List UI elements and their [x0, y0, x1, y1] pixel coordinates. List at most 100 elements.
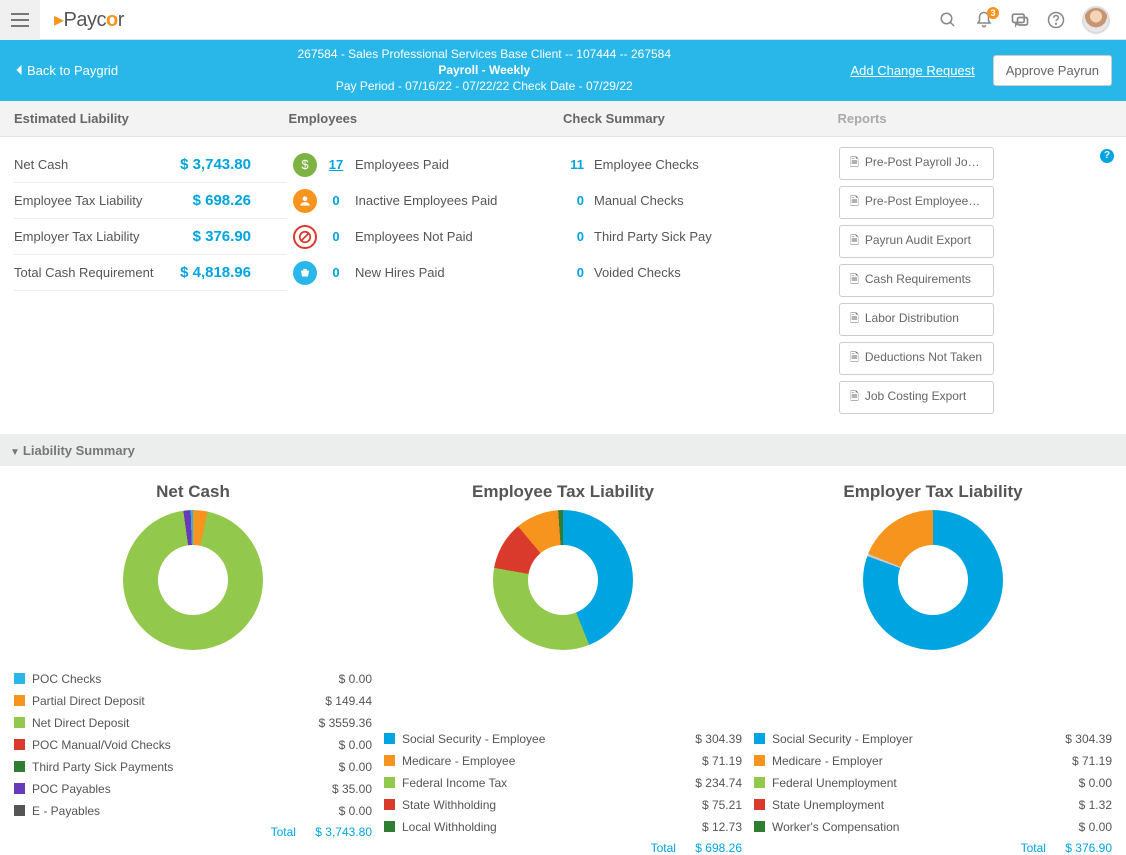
chart-net-cash: Net Cash POC Checks$ 0.00Partial Direct … [14, 482, 372, 855]
help-icon[interactable] [1046, 10, 1066, 30]
legend-label: Social Security - Employer [772, 732, 913, 746]
legend-row: Net Direct Deposit$ 3559.36 [14, 712, 372, 734]
donut-chart-net-cash [123, 510, 263, 650]
legend-value: $ 149.44 [325, 694, 372, 708]
legend-emp-tax: Social Security - Employee $ 304.39 Medica… [384, 728, 742, 838]
legend-label: Local Withholding [402, 820, 497, 834]
notifications-icon[interactable]: 3 [974, 10, 994, 30]
not-paid-icon [293, 225, 317, 249]
donut-chart-emp-tax [493, 510, 633, 650]
legend-value: $ 304.39 [695, 732, 742, 746]
inactive-icon [293, 189, 317, 213]
chart-emp-tax: Employee Tax Liability Social Security -… [384, 482, 742, 855]
charts-block: Net Cash POC Checks$ 0.00Partial Direct … [0, 466, 1126, 855]
legend-value: $ 0.00 [1079, 820, 1112, 834]
back-to-paygrid[interactable]: Back to Paygrid [14, 63, 118, 78]
legend-label: POC Payables [32, 782, 111, 796]
report-cash-requirements[interactable]: Cash Requirements [839, 264, 994, 297]
summary-panel: Net Cash$ 3,743.80 Employee Tax Liabilit… [0, 137, 1126, 435]
menu-button[interactable] [0, 0, 40, 40]
emp-row: 0Inactive Employees Paid [293, 183, 566, 219]
messages-icon[interactable] [1010, 10, 1030, 30]
legend-row: Local Withholding $ 12.73 [384, 816, 742, 838]
employees-paid-count[interactable]: 17 [327, 157, 345, 172]
hamburger-icon [11, 19, 29, 21]
legend-row: State Withholding$ 75.21 [384, 794, 742, 816]
check-summary-col: 11Employee Checks 0Manual Checks 0Third … [566, 147, 839, 414]
chart-employer-tax: Employer Tax Liability Social Security -… [754, 482, 1112, 855]
estimated-liability-col: Net Cash$ 3,743.80 Employee Tax Liabilit… [14, 147, 293, 414]
legend-row: Partial Direct Deposit $ 149.44 [14, 690, 372, 712]
legend-value: $ 75.21 [702, 798, 742, 812]
add-change-request[interactable]: Add Change Request [850, 63, 974, 78]
legend-value: $ 0.00 [339, 760, 372, 774]
chk-row: 0Third Party Sick Pay [566, 219, 839, 255]
legend-value: $ 0.00 [339, 738, 372, 752]
legend-label: POC Checks [32, 672, 101, 686]
legend-row: POC Payables$ 35.00 [14, 778, 372, 800]
report-prepost-journal[interactable]: Pre-Post Payroll Journal [839, 147, 994, 180]
legend-employer-tax: Social Security - Employer $ 304.39 Medica… [754, 728, 1112, 838]
legend-value: $ 0.00 [339, 804, 372, 818]
legend-label: Medicare - Employee [402, 754, 515, 768]
legend-label: Federal Income Tax [402, 776, 507, 790]
report-payrun-audit-export[interactable]: Payrun Audit Export [839, 225, 994, 258]
legend-swatch [14, 761, 25, 772]
reports-help-icon[interactable]: ? [1100, 149, 1114, 163]
legend-row: Medicare - Employee $ 71.19 [384, 750, 742, 772]
est-row: Employer Tax Liability$ 376.90 [14, 219, 287, 255]
reports-col: ? Pre-Post Payroll Journal Pre-Post Empl… [839, 147, 1112, 414]
legend-value: $ 1.32 [1079, 798, 1112, 812]
report-labor-distribution[interactable]: Labor Distribution [839, 303, 994, 336]
search-icon[interactable] [938, 10, 958, 30]
logo: ▸Paycor [54, 7, 124, 32]
chk-row: 0Manual Checks [566, 183, 839, 219]
header-reports: Reports [838, 111, 1113, 126]
liability-summary-toggle[interactable]: ▼Liability Summary [0, 435, 1126, 466]
avatar[interactable] [1082, 6, 1110, 34]
legend-label: Partial Direct Deposit [32, 694, 145, 708]
legend-label: Social Security - Employee [402, 732, 545, 746]
legend-row: E - Payables$ 0.00 [14, 800, 372, 822]
payrun-banner: Back to Paygrid 267584 - Sales Professio… [0, 40, 1126, 101]
emp-row: 0New Hires Paid [293, 255, 566, 291]
legend-swatch [384, 799, 395, 810]
legend-value: $ 71.19 [702, 754, 742, 768]
legend-label: Federal Unemployment [772, 776, 897, 790]
chk-row: 0Voided Checks [566, 255, 839, 291]
emp-row: 0Employees Not Paid [293, 219, 566, 255]
legend-swatch [384, 777, 395, 788]
legend-swatch [754, 821, 765, 832]
legend-row: Third Party Sick Payments$ 0.00 [14, 756, 372, 778]
header-employees: Employees [289, 111, 564, 126]
legend-label: Net Direct Deposit [32, 716, 129, 730]
report-job-costing-export[interactable]: Job Costing Export [839, 381, 994, 414]
est-row: Total Cash Requirement$ 4,818.96 [14, 255, 287, 291]
legend-label: Worker's Compensation [772, 820, 899, 834]
new-hire-icon [293, 261, 317, 285]
header-est-liability: Estimated Liability [14, 111, 289, 126]
legend-row: Social Security - Employee $ 304.39 [384, 728, 742, 750]
legend-row: POC Checks$ 0.00 [14, 668, 372, 690]
legend-swatch [14, 717, 25, 728]
legend-swatch [384, 821, 395, 832]
banner-client: 267584 - Sales Professional Services Bas… [118, 46, 850, 62]
banner-payroll: Payroll - Weekly [438, 63, 530, 77]
paid-icon: $ [293, 153, 317, 177]
approve-payrun-button[interactable]: Approve Payrun [993, 55, 1112, 86]
report-deductions-not-taken[interactable]: Deductions Not Taken [839, 342, 994, 375]
legend-swatch [754, 733, 765, 744]
legend-row: Social Security - Employer $ 304.39 [754, 728, 1112, 750]
legend-net-cash: POC Checks$ 0.00Partial Direct Deposit$ … [14, 668, 372, 822]
topbar: ▸Paycor 3 [0, 0, 1126, 40]
report-prepost-employee-exp[interactable]: Pre-Post Employee Exp... [839, 186, 994, 219]
legend-swatch [14, 805, 25, 816]
legend-row: Medicare - Employer$ 71.19 [754, 750, 1112, 772]
legend-value: $ 12.73 [702, 820, 742, 834]
legend-swatch [384, 733, 395, 744]
legend-value: $ 304.39 [1065, 732, 1112, 746]
est-row: Employee Tax Liability$ 698.26 [14, 183, 287, 219]
legend-label: Medicare - Employer [772, 754, 883, 768]
legend-swatch [384, 755, 395, 766]
chk-row: 11Employee Checks [566, 147, 839, 183]
